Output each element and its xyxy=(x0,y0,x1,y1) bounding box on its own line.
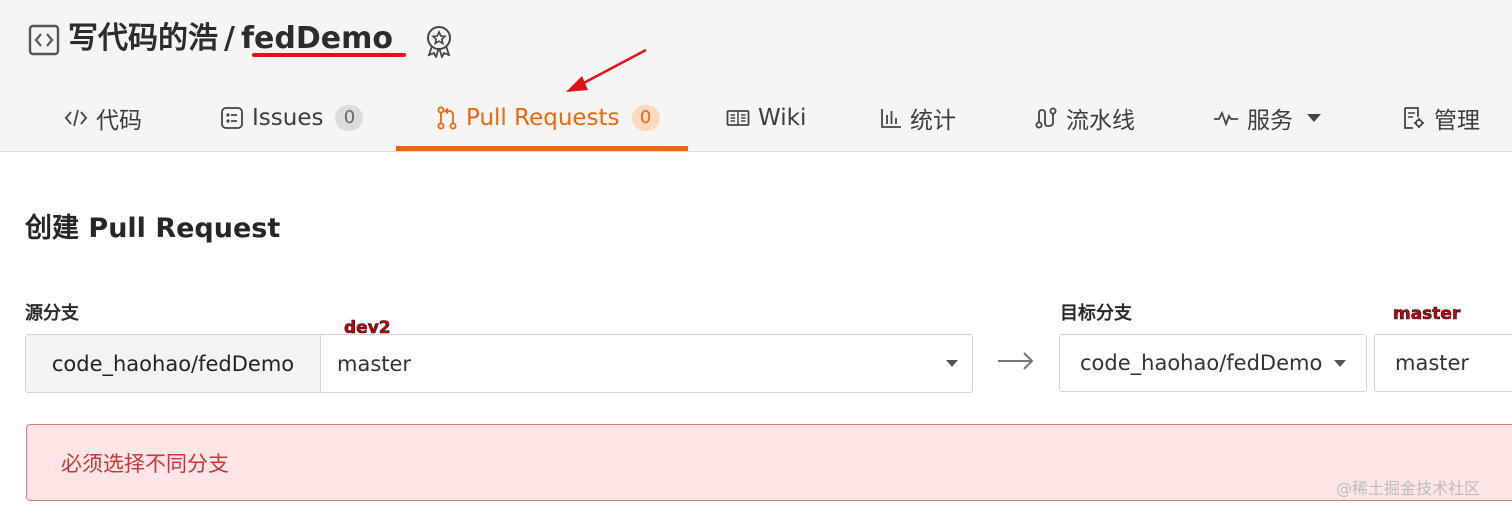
repo-nav: 代码 Issues 0 Pull Requests 0 Wiki 统计 流水线 … xyxy=(0,84,1512,152)
target-branch-select[interactable]: master xyxy=(1374,334,1512,392)
tab-stats[interactable]: 统计 xyxy=(880,84,956,152)
wiki-icon xyxy=(726,110,750,126)
tab-manage-label: 管理 xyxy=(1434,108,1480,134)
pulse-icon xyxy=(1214,110,1238,127)
repo-name-link[interactable]: fedDemo xyxy=(241,21,393,56)
tab-wiki[interactable]: Wiki xyxy=(726,84,806,152)
arrow-right-icon xyxy=(998,352,1034,370)
error-alert: 必须选择不同分支 xyxy=(26,424,1512,501)
tab-manage[interactable]: 管理 xyxy=(1402,84,1480,152)
repo-code-icon xyxy=(28,24,60,56)
target-branch-value: master xyxy=(1395,351,1470,375)
pull-requests-count-badge: 0 xyxy=(631,105,660,131)
tab-pull-requests-label: Pull Requests xyxy=(466,105,620,131)
tab-stats-label: 统计 xyxy=(910,108,956,134)
annotation-underline xyxy=(252,53,406,57)
target-repo-select[interactable]: code_haohao/fedDemo xyxy=(1059,334,1367,392)
chart-icon xyxy=(881,109,901,128)
tab-wiki-label: Wiki xyxy=(758,105,807,131)
annotation-arrow-icon xyxy=(566,48,647,92)
tab-services-label: 服务 xyxy=(1247,108,1293,134)
source-branch-value: master xyxy=(337,351,412,376)
tab-pipeline[interactable]: 流水线 xyxy=(1034,84,1135,152)
repo-owner-link[interactable]: 写代码的浩 xyxy=(68,21,218,56)
tab-pipeline-label: 流水线 xyxy=(1066,108,1135,134)
issues-count-badge: 0 xyxy=(335,105,364,131)
source-branch-label: 源分支 xyxy=(25,303,79,324)
target-annotation: master xyxy=(1393,304,1461,325)
caret-down-icon xyxy=(946,360,958,367)
pipeline-icon xyxy=(1035,107,1057,129)
source-branch-group: code_haohao/fedDemo master xyxy=(25,334,973,393)
tab-code[interactable]: 代码 xyxy=(64,84,142,152)
active-tab-indicator xyxy=(396,146,688,151)
pull-request-icon xyxy=(437,106,457,130)
target-branch-label: 目标分支 xyxy=(1060,303,1132,324)
chevron-down-icon xyxy=(1307,114,1321,122)
target-repo-value: code_haohao/fedDemo xyxy=(1080,351,1323,375)
tab-issues[interactable]: Issues 0 xyxy=(220,84,364,152)
watermark: @稀土掘金技术社区 xyxy=(1336,479,1481,498)
error-message: 必须选择不同分支 xyxy=(61,451,229,476)
tab-services[interactable]: 服务 xyxy=(1213,84,1321,152)
issues-icon xyxy=(221,107,243,129)
repo-header: 写代码的浩 / fedDemo 代码 Issues 0 Pull Requests … xyxy=(0,0,1512,152)
repo-separator: / xyxy=(224,21,235,56)
source-repo-label: code_haohao/fedDemo xyxy=(26,335,321,392)
settings-doc-icon xyxy=(1404,107,1424,129)
tab-code-label: 代码 xyxy=(96,108,142,134)
page-title: 创建 Pull Request xyxy=(25,213,281,244)
source-branch-select[interactable]: master xyxy=(321,335,972,392)
tab-issues-label: Issues xyxy=(252,105,324,131)
award-badge-icon[interactable] xyxy=(422,24,456,58)
code-icon xyxy=(64,109,88,127)
caret-down-icon xyxy=(1334,360,1346,367)
